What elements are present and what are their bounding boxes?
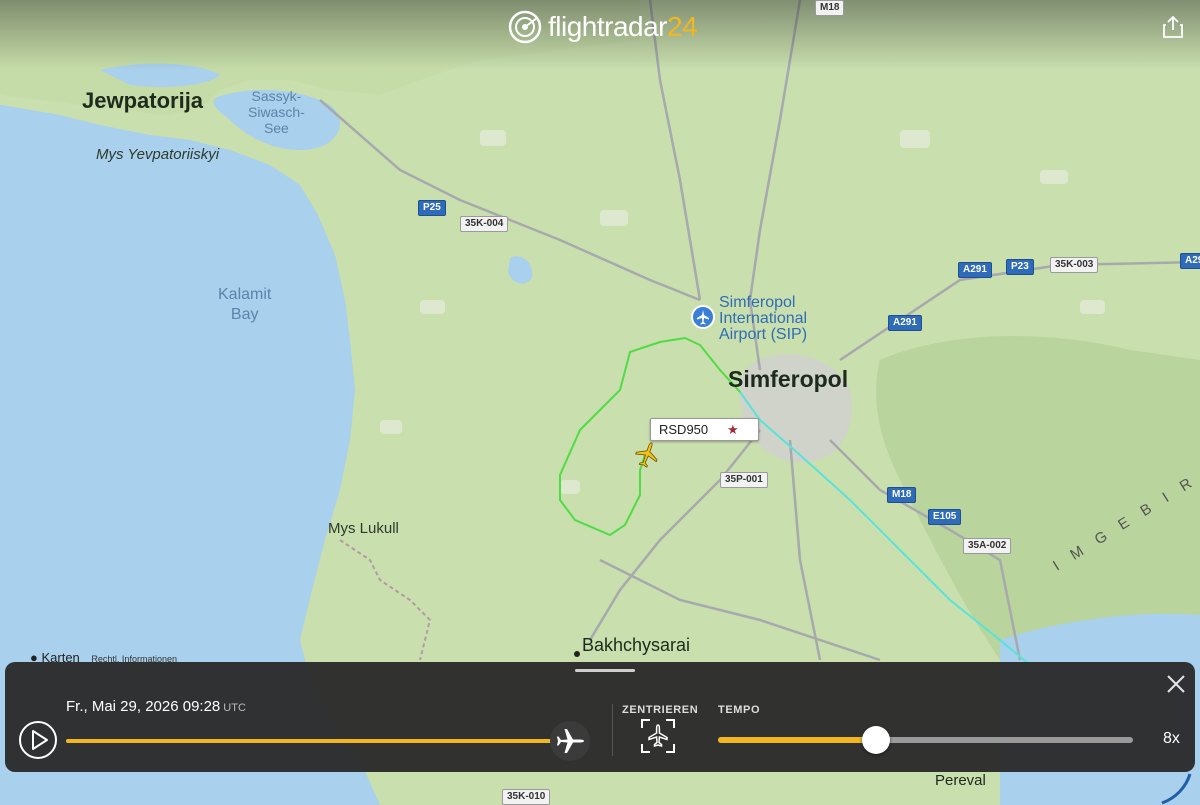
label-bakhchysarai: Bakhchysarai: [582, 635, 691, 655]
logo-number: 24: [667, 11, 698, 42]
flight-callout[interactable]: RSD950 ★: [650, 418, 759, 441]
road-shield-a291: A291: [958, 262, 992, 278]
share-icon[interactable]: [1160, 14, 1186, 40]
tempo-value: 8x: [1163, 730, 1180, 747]
road-shield-a291-2: A291: [888, 315, 922, 331]
tempo-slider-knob[interactable]: [861, 726, 890, 754]
road-shield-p25: P25: [418, 200, 446, 216]
label-sassyk-lake: Sassyk- Siwasch- See: [248, 88, 305, 136]
playback-panel: Fr., Mai 29, 2026 09:28 UTC ZENTRIEREN TE…: [5, 662, 1195, 772]
label-jewpatorija: Jewpatorija: [82, 88, 204, 113]
plane-icon[interactable]: [634, 440, 660, 470]
road-shield-p23: P23: [1006, 259, 1034, 275]
panel-divider: [612, 704, 613, 756]
play-icon[interactable]: [18, 720, 58, 760]
panel-grab-handle[interactable]: [575, 669, 635, 672]
road-shield-a29: A29: [1180, 253, 1200, 269]
playback-date: Fr., Mai 29, 2026: [66, 698, 179, 715]
center-icon[interactable]: [640, 718, 676, 754]
favorite-star-icon[interactable]: ★: [727, 422, 739, 438]
road-shield-m18-top: M18: [815, 0, 845, 16]
label-mys-yevpatoriiskyi: Mys Yevpatoriiskyi: [96, 146, 220, 163]
road-shield-35a-002: 35A-002: [963, 538, 1012, 554]
logo-word: flightradar: [548, 11, 668, 42]
tempo-label: TEMPO: [718, 704, 761, 716]
close-icon[interactable]: [1164, 672, 1188, 696]
label-simferopol: Simferopol: [728, 366, 849, 392]
airport-icon[interactable]: [691, 305, 715, 329]
bakhchysarai-dot: [574, 651, 580, 657]
playback-timezone: UTC: [223, 702, 246, 714]
road-shield-35k-003: 35K-003: [1050, 257, 1099, 273]
playback-datetime: Fr., Mai 29, 2026 09:28 UTC: [66, 698, 246, 715]
label-mys-lukull: Mys Lukull: [328, 520, 399, 537]
playback-time: 09:28: [182, 698, 221, 715]
road-shield-35p-001: 35P-001: [720, 472, 768, 488]
label-kalamit-bay: Kalamit Bay: [218, 286, 272, 323]
label-airport-sip[interactable]: Simferopol International Airport (SIP): [719, 295, 807, 343]
road-shield-e105: E105: [928, 509, 962, 525]
road-shield-35k-010: 35K-010: [502, 789, 551, 805]
flightradar24-logo: flightradar24: [508, 10, 698, 44]
center-label: ZENTRIEREN: [622, 704, 699, 716]
location-icon[interactable]: [1150, 772, 1200, 805]
tempo-slider[interactable]: [718, 726, 1133, 754]
flight-callsign: RSD950: [659, 422, 709, 437]
scrubber-plane-icon: [557, 729, 584, 753]
road-shield-m18: M18: [887, 487, 917, 503]
timeline-track[interactable]: [66, 739, 561, 743]
road-shield-35k-004: 35K-004: [460, 216, 509, 232]
radar-logo-icon: [508, 10, 542, 44]
tempo-slider-fill: [718, 737, 876, 743]
label-pereval: Pereval: [935, 772, 986, 789]
timeline-scrubber[interactable]: [550, 721, 590, 761]
